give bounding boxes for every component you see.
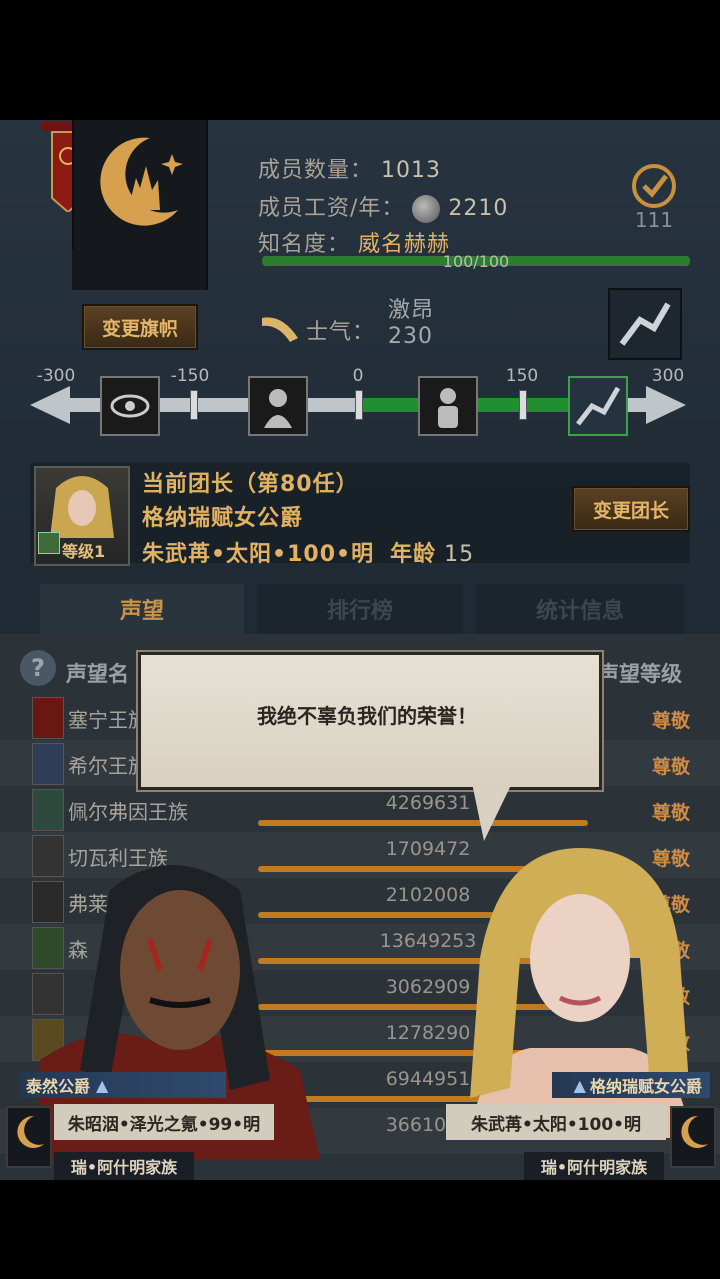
morale-state: 激昂 xyxy=(388,298,435,323)
table-row[interactable]: 佩尔弗因王族 4269631 尊敬 xyxy=(0,786,720,832)
scale-tick xyxy=(190,390,198,420)
moon-crest-icon xyxy=(88,130,188,230)
members-stat: 成员数量： 1013 xyxy=(258,152,441,184)
wage-value: 2210 xyxy=(448,196,509,221)
leader-status-icon xyxy=(38,532,60,554)
wage-label: 成员工资/年： xyxy=(258,196,405,221)
scale-tick xyxy=(519,390,527,420)
morale-state-icon[interactable] xyxy=(608,288,682,360)
coin-icon xyxy=(412,195,441,223)
col-name-header: 声望名 xyxy=(66,662,129,686)
left-family: 瑞•阿什明家族 xyxy=(54,1152,194,1180)
leader-age-label: 年龄 xyxy=(390,542,437,567)
wage-stat: 成员工资/年： 2210 xyxy=(258,190,508,223)
left-title: 泰然公爵 xyxy=(26,1077,91,1096)
horn-icon xyxy=(258,308,302,344)
left-house-flag-icon xyxy=(6,1106,52,1168)
change-leader-button[interactable]: 变更团长 xyxy=(572,486,690,532)
badge-count: 111 xyxy=(634,208,674,232)
crest-icon xyxy=(32,743,64,785)
right-title: 格纳瑞赋女公爵 xyxy=(589,1077,702,1096)
leader-name-line: 朱武苒•太阳•100•明 年龄 15 xyxy=(142,536,474,568)
crown-icon: ▲ xyxy=(573,1075,586,1095)
crown-icon: ▲ xyxy=(96,1075,109,1095)
leader-level: 等级1 xyxy=(62,542,106,561)
crest-icon xyxy=(32,697,64,739)
scale-label: 150 xyxy=(505,366,539,386)
scale-tick xyxy=(355,390,363,420)
dialog-text: 我绝不辜负我们的荣誉！ xyxy=(257,704,477,728)
row-rank: 尊敬 xyxy=(652,756,691,778)
members-label: 成员数量： xyxy=(258,158,374,183)
members-value: 1013 xyxy=(381,158,442,183)
scale-label: 0 xyxy=(352,366,364,386)
row-name: 佩尔弗因王族 xyxy=(68,800,188,824)
leader-name: 朱武苒•太阳•100•明 xyxy=(142,542,375,567)
calm-icon[interactable] xyxy=(418,376,478,436)
right-title-bar: ▲ 格纳瑞赋女公爵 xyxy=(552,1072,710,1098)
tab-ranking[interactable]: 排行榜 xyxy=(258,584,462,634)
eye-icon[interactable] xyxy=(100,376,160,436)
crest-icon xyxy=(32,789,64,831)
leader-age-value: 15 xyxy=(444,542,475,567)
scale-label: 300 xyxy=(651,366,685,386)
guild-banner-tail xyxy=(72,250,204,290)
dialog-bubble-tail xyxy=(472,783,512,841)
left-nameplate: 朱昭洇•泽光之氪•99•明 xyxy=(54,1104,274,1140)
row-progress-bar xyxy=(258,820,588,826)
change-banner-button[interactable]: 变更旗帜 xyxy=(82,304,198,350)
morale-value: 230 xyxy=(388,324,433,349)
morale-label: 士气： xyxy=(306,320,376,345)
help-icon[interactable]: ? xyxy=(20,650,56,686)
scale-label: -150 xyxy=(170,366,210,386)
tab-reputation[interactable]: 声望 xyxy=(40,584,244,634)
row-rank: 尊敬 xyxy=(652,710,691,732)
scale-right-arrow xyxy=(646,386,686,424)
col-rank-header: 声望等级 xyxy=(598,662,682,686)
row-name: 希尔王族 xyxy=(68,754,148,778)
charge-icon[interactable] xyxy=(568,376,628,436)
bottom-letterbox xyxy=(0,1180,720,1279)
right-nameplate: 朱武苒•太阳•100•明 xyxy=(446,1104,666,1140)
leader-heading: 当前团长（第80任） xyxy=(142,472,359,497)
despair-icon[interactable] xyxy=(248,376,308,436)
right-family: 瑞•阿什明家族 xyxy=(524,1152,664,1180)
tab-statistics[interactable]: 统计信息 xyxy=(476,584,684,634)
fame-progress-text: 100/100 xyxy=(442,252,510,271)
scale-label: -300 xyxy=(36,366,76,386)
row-rank: 尊敬 xyxy=(652,802,691,824)
left-title-bar: 泰然公爵 ▲ xyxy=(20,1072,226,1098)
row-name: 塞宁王族 xyxy=(68,708,148,732)
leader-title: 格纳瑞赋女公爵 xyxy=(142,506,304,531)
top-letterbox xyxy=(0,0,720,120)
right-house-flag-icon xyxy=(670,1106,716,1168)
